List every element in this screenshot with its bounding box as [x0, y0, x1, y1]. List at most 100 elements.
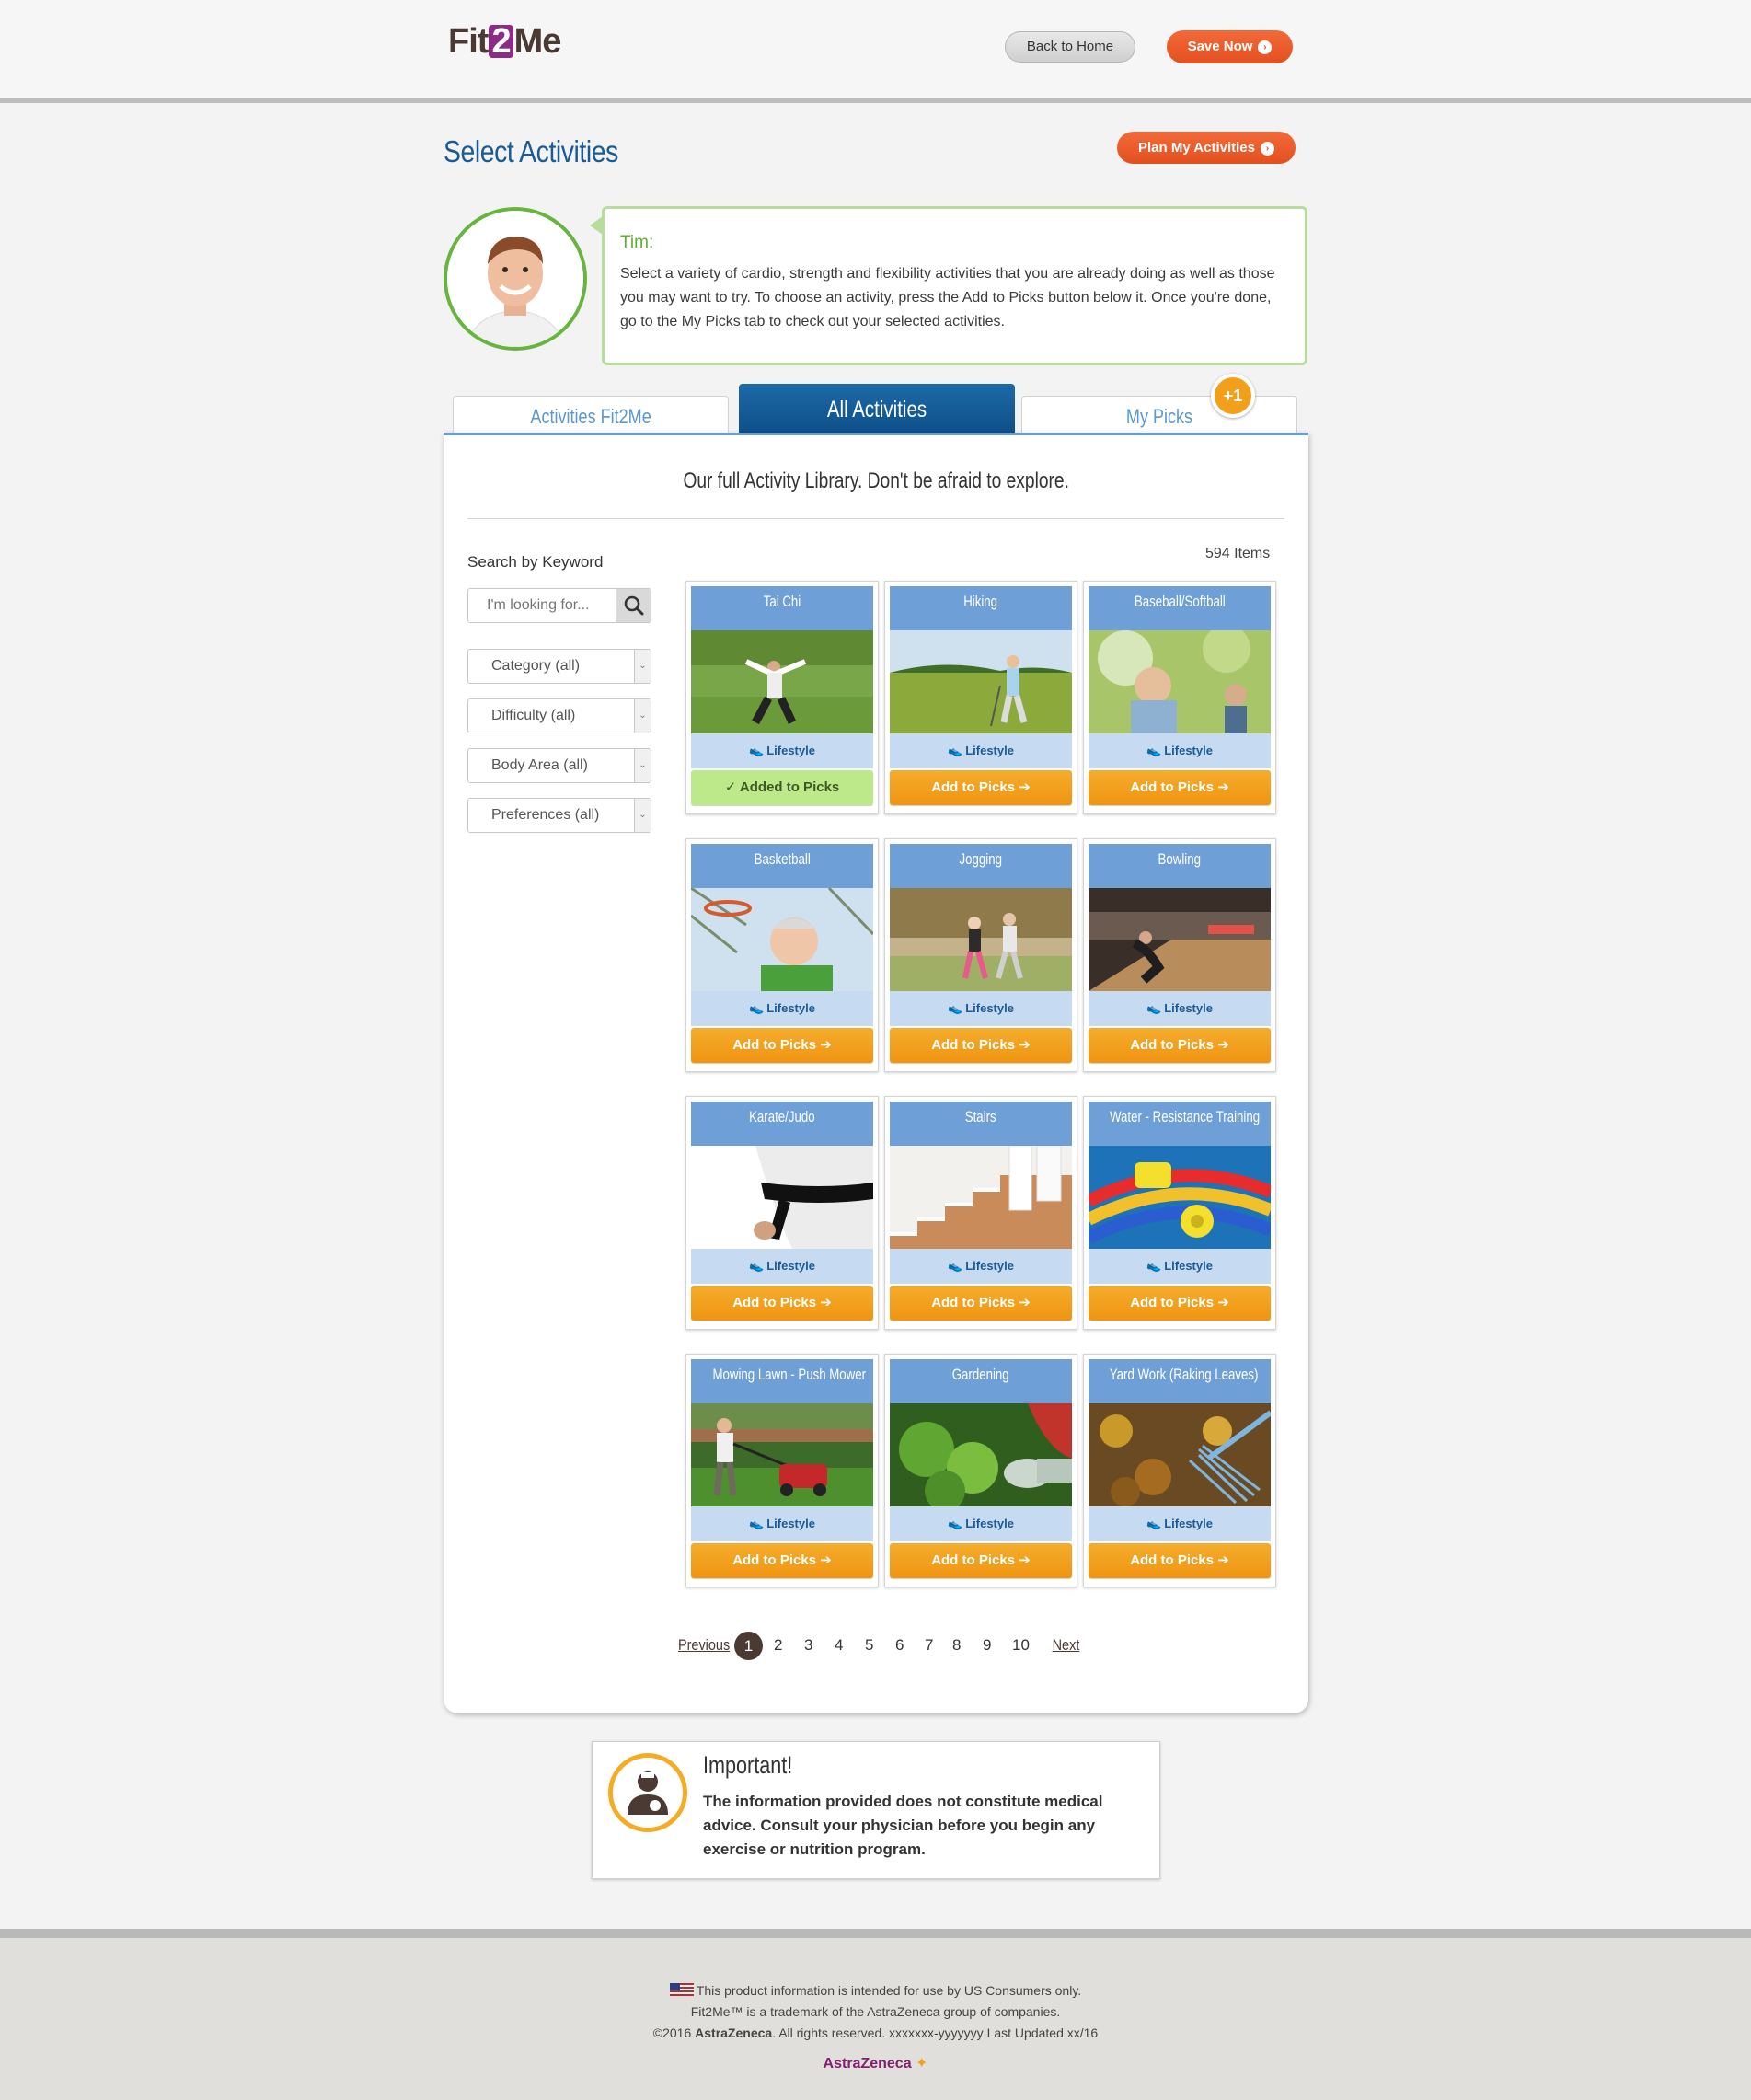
- activity-category-label: Lifestyle: [766, 1517, 815, 1530]
- preferences-filter-select[interactable]: Preferences (all) ⌄: [467, 798, 651, 833]
- activity-photo-mowing-lawn[interactable]: [691, 1403, 873, 1506]
- category-filter-select[interactable]: Category (all) ⌄: [467, 649, 651, 684]
- pagination-page[interactable]: 8: [952, 1630, 961, 1661]
- tab-all-activities[interactable]: All Activities: [739, 384, 1015, 434]
- sneaker-icon: 👟: [948, 1517, 963, 1530]
- add-to-picks-button[interactable]: Add to Picks ➔: [1089, 1543, 1271, 1578]
- footer-line1: This product information is intended for…: [696, 1983, 1082, 1998]
- pagination-page[interactable]: 5: [865, 1630, 873, 1661]
- activity-photo-basketball[interactable]: [691, 888, 873, 991]
- activity-photo-yard-work[interactable]: [1089, 1403, 1271, 1506]
- body-area-filter-select[interactable]: Body Area (all) ⌄: [467, 748, 651, 783]
- difficulty-filter-select[interactable]: Difficulty (all) ⌄: [467, 698, 651, 733]
- activity-photo-hiking[interactable]: [890, 630, 1072, 733]
- activity-photo-water-resistance[interactable]: [1089, 1146, 1271, 1249]
- pagination-page[interactable]: 2: [774, 1630, 782, 1661]
- activity-photo-karate[interactable]: [691, 1146, 873, 1249]
- footer-line2: Fit2Me™ is a trademark of the AstraZenec…: [690, 2004, 1061, 2019]
- activity-title-text: Gardening: [952, 1366, 1009, 1383]
- footer-copyright: ©2016: [652, 2025, 696, 2040]
- add-to-picks-button[interactable]: Add to Picks ➔: [691, 1543, 873, 1578]
- search-button[interactable]: [616, 589, 651, 622]
- pagination-page[interactable]: 7: [925, 1630, 933, 1661]
- back-to-home-button[interactable]: Back to Home: [1005, 31, 1135, 63]
- activity-category: 👟 Lifestyle: [691, 1249, 873, 1284]
- activity-title-text: Jogging: [959, 850, 1003, 868]
- basketball-photo-icon: [691, 888, 873, 991]
- karate-photo-icon: [691, 1146, 873, 1249]
- activity-title: Hiking: [890, 586, 1072, 630]
- tab-activities-fit2me[interactable]: Activities Fit2Me: [453, 396, 729, 434]
- pagination-next[interactable]: Next: [1050, 1630, 1082, 1661]
- pagination-previous[interactable]: Previous: [674, 1630, 734, 1661]
- pagination-page-current[interactable]: 1: [734, 1632, 763, 1660]
- activity-photo-tai-chi[interactable]: [691, 630, 873, 733]
- body-area-filter-label: Body Area (all): [491, 757, 588, 773]
- activity-card: Jogging 👟 Lifestyle Add to Picks ➔: [884, 838, 1077, 1072]
- pagination-page[interactable]: 9: [983, 1630, 991, 1661]
- activity-photo-bowling[interactable]: [1089, 888, 1271, 991]
- search-label: Search by Keyword: [467, 553, 604, 571]
- add-to-picks-button[interactable]: Add to Picks ➔: [890, 1028, 1072, 1063]
- activity-category: 👟 Lifestyle: [691, 733, 873, 768]
- added-to-picks-button[interactable]: ✓ Added to Picks: [691, 770, 873, 805]
- activity-title: Basketball: [691, 844, 873, 888]
- add-to-picks-button[interactable]: Add to Picks ➔: [1089, 1028, 1271, 1063]
- sneaker-icon: 👟: [749, 1517, 765, 1530]
- add-arrow-icon: ➔: [1214, 1037, 1229, 1053]
- pagination-page[interactable]: 4: [835, 1630, 843, 1661]
- add-to-picks-button[interactable]: Add to Picks ➔: [890, 770, 1072, 805]
- activity-title-text: Hiking: [963, 593, 998, 610]
- add-to-picks-button[interactable]: Add to Picks ➔: [890, 1286, 1072, 1321]
- activity-category: 👟 Lifestyle: [691, 1506, 873, 1541]
- us-flag-icon: [669, 1983, 694, 1996]
- plan-my-activities-button[interactable]: Plan My Activities ›: [1117, 132, 1296, 164]
- sneaker-icon: 👟: [749, 1001, 765, 1015]
- activity-category: 👟 Lifestyle: [890, 1506, 1072, 1541]
- add-arrow-icon: ➔: [1214, 1552, 1229, 1568]
- save-now-button[interactable]: Save Now ›: [1167, 30, 1293, 63]
- logo-text-two: 2: [489, 24, 513, 59]
- footer-line3: ©2016 AstraZeneca. All rights reserved. …: [0, 2023, 1751, 2044]
- activity-category: 👟 Lifestyle: [890, 991, 1072, 1026]
- fit2me-logo[interactable]: Fit 2 Me: [448, 22, 562, 62]
- activity-photo-gardening[interactable]: [890, 1403, 1072, 1506]
- chevron-down-icon: ⌄: [634, 799, 651, 832]
- logo-text-post: Me: [513, 22, 562, 61]
- activity-category: 👟 Lifestyle: [1089, 991, 1271, 1026]
- add-to-picks-button[interactable]: Add to Picks ➔: [691, 1028, 873, 1063]
- activity-title-text: Water - Resistance Training: [1110, 1108, 1261, 1125]
- pagination-page[interactable]: 6: [895, 1630, 904, 1661]
- activity-photo-baseball[interactable]: [1089, 630, 1271, 733]
- library-intro-text: Our full Activity Library. Don't be afra…: [683, 468, 1069, 493]
- doctor-icon: [608, 1753, 687, 1832]
- activity-title-text: Bowling: [1158, 850, 1202, 868]
- search-input[interactable]: [468, 589, 616, 622]
- add-to-picks-button[interactable]: Add to Picks ➔: [691, 1286, 873, 1321]
- add-to-picks-label: Add to Picks: [1130, 1037, 1215, 1053]
- sneaker-icon: 👟: [1146, 1517, 1162, 1530]
- activity-photo-stairs[interactable]: [890, 1146, 1072, 1249]
- activity-title-text: Baseball/Softball: [1134, 593, 1226, 610]
- astrazeneca-logo[interactable]: AstraZeneca ✦: [0, 2053, 1751, 2074]
- add-to-picks-button[interactable]: Add to Picks ➔: [890, 1543, 1072, 1578]
- activity-title-text: Stairs: [965, 1108, 996, 1125]
- add-to-picks-label: Add to Picks: [931, 779, 1016, 795]
- pagination-page[interactable]: 3: [804, 1630, 812, 1661]
- pagination-page[interactable]: 10: [1012, 1630, 1030, 1661]
- tab-my-picks[interactable]: My Picks: [1021, 396, 1297, 434]
- gardening-photo-icon: [890, 1403, 1072, 1506]
- activity-category-label: Lifestyle: [1164, 744, 1213, 757]
- add-to-picks-button[interactable]: Add to Picks ➔: [1089, 770, 1271, 805]
- hiking-photo-icon: [890, 630, 1072, 733]
- pagination-next-label: Next: [1052, 1636, 1080, 1654]
- add-to-picks-label: Add to Picks: [1130, 1295, 1215, 1310]
- activity-photo-jogging[interactable]: [890, 888, 1072, 991]
- library-intro: Our full Activity Library. Don't be afra…: [444, 468, 1308, 494]
- activity-title-text: Basketball: [754, 850, 811, 868]
- add-to-picks-button[interactable]: Add to Picks ➔: [1089, 1286, 1271, 1321]
- search-field: [467, 588, 651, 623]
- tab-all-activities-label: All Activities: [826, 397, 927, 422]
- tab-my-picks-label: My Picks: [1125, 405, 1193, 428]
- divider: [467, 518, 1284, 519]
